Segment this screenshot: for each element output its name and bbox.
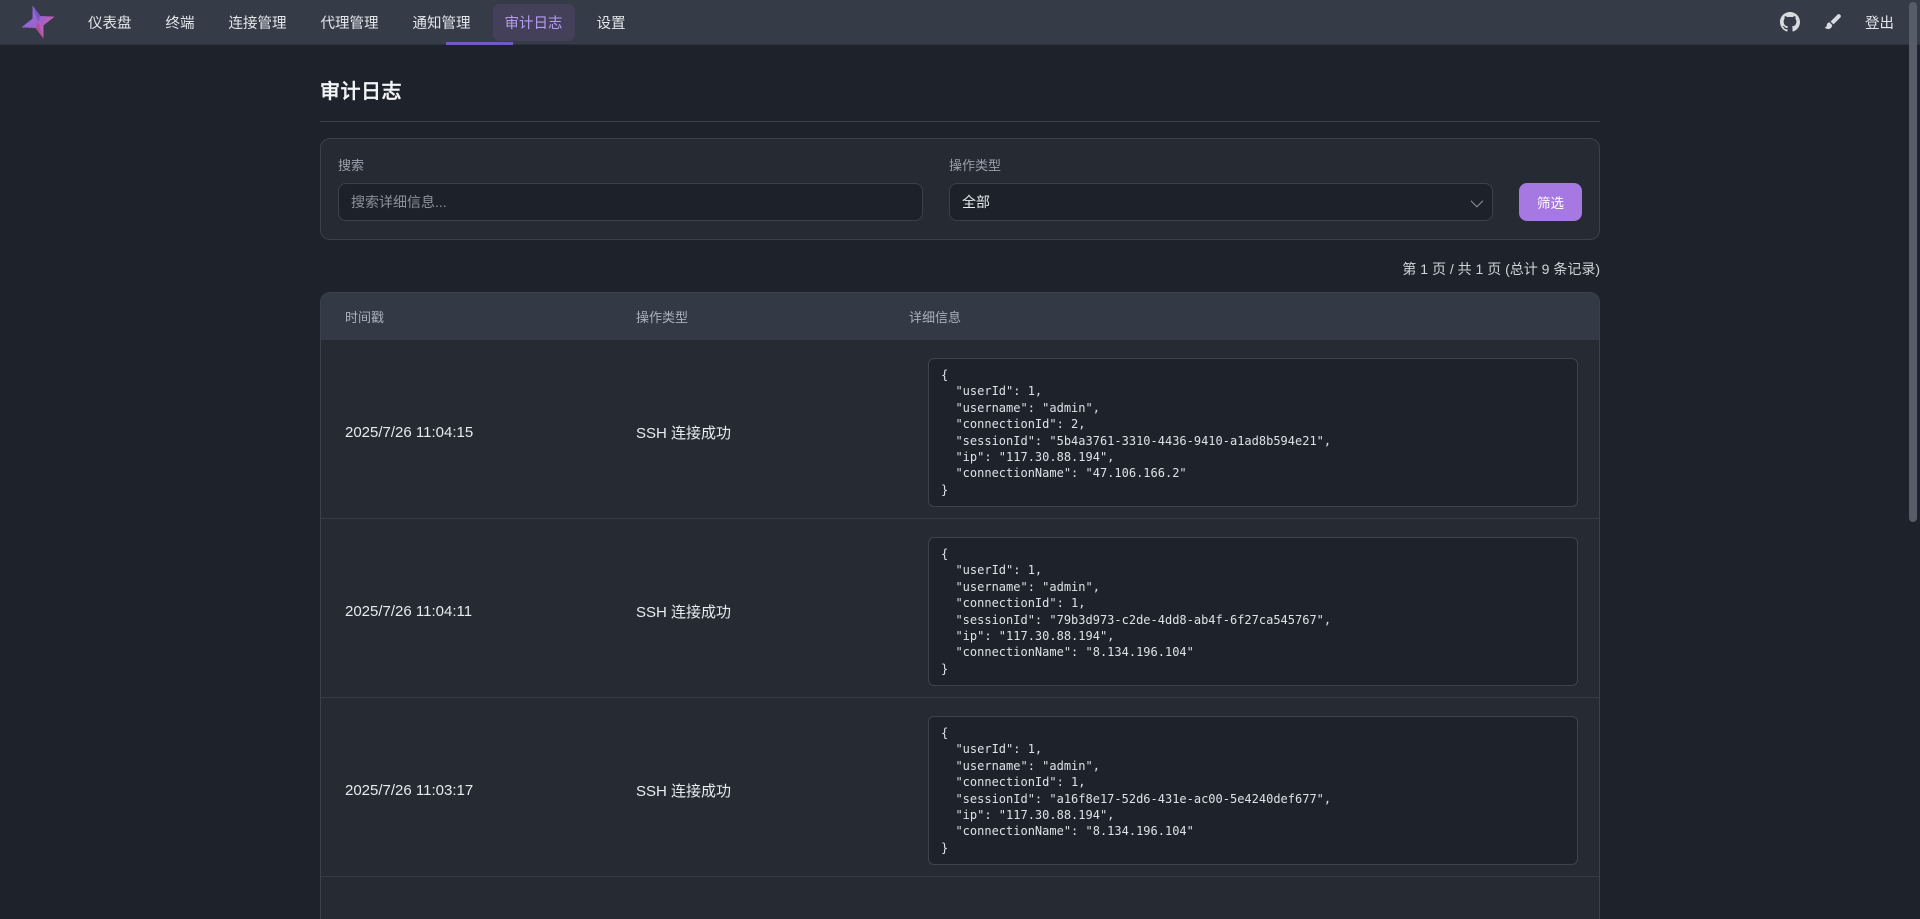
header-operation-type: 操作类型 [636,307,909,326]
navbar-right: 登出 [1779,12,1894,33]
operation-type-label: 操作类型 [949,155,1493,174]
search-input[interactable] [338,183,923,221]
main-content: 审计日志 搜索 操作类型 全部 筛选 第 1 页 / 共 1 页 (总计 9 条… [320,45,1600,919]
pagination-info: 第 1 页 / 共 1 页 (总计 9 条记录) [320,259,1600,279]
operation-type-selected-value: 全部 [962,192,990,212]
cell-timestamp: 2025/7/26 11:03:17 [321,782,636,799]
table-row: 2025/7/26 11:04:11 SSH 连接成功 { "userId": … [321,518,1599,697]
audit-log-table: 时间戳 操作类型 详细信息 2025/7/26 11:04:15 SSH 连接成… [320,292,1600,919]
nav-item-connections[interactable]: 连接管理 [217,4,299,41]
cell-details-json: { "userId": 1, "username": "admin", "con… [928,358,1578,507]
filter-button[interactable]: 筛选 [1519,183,1582,221]
cell-details-json: { "userId": 1, "username": "admin", "con… [928,537,1578,686]
paintbrush-icon[interactable] [1822,12,1843,33]
title-divider [320,121,1600,122]
cell-operation-type: SSH 连接成功 [636,780,909,801]
cell-operation-type: SSH 连接成功 [636,601,909,622]
nav-item-proxies[interactable]: 代理管理 [309,4,391,41]
table-header-row: 时间戳 操作类型 详细信息 [321,293,1599,339]
scrollbar-track[interactable] [1906,0,1920,919]
cell-details-json: { "userId": 1, "username": "admin", "con… [928,716,1578,865]
nav-item-terminal[interactable]: 终端 [154,4,207,41]
chevron-down-icon [1471,194,1484,207]
cell-timestamp: 2025/7/26 11:04:15 [321,424,636,441]
table-row: 2025/7/26 11:03:17 SSH 连接成功 { "userId": … [321,697,1599,876]
github-icon[interactable] [1779,12,1800,33]
table-row: 2025/7/26 11:04:15 SSH 连接成功 { "userId": … [321,339,1599,518]
top-navbar: 仪表盘 终端 连接管理 代理管理 通知管理 审计日志 设置 登出 [0,0,1920,45]
header-details: 详细信息 [909,307,1599,326]
main-nav: 仪表盘 终端 连接管理 代理管理 通知管理 审计日志 设置 [76,4,638,41]
nav-item-notifications[interactable]: 通知管理 [401,4,483,41]
nav-item-dashboard[interactable]: 仪表盘 [76,4,144,41]
cell-operation-type: SSH 连接成功 [636,422,909,443]
app-logo-icon[interactable] [18,2,58,42]
search-label: 搜索 [338,155,923,174]
cell-timestamp: 2025/7/26 11:04:11 [321,603,636,620]
operation-type-select[interactable]: 全部 [949,183,1493,221]
nav-item-audit-logs[interactable]: 审计日志 [493,4,575,41]
nav-item-settings[interactable]: 设置 [585,4,638,41]
active-tab-underline [446,42,513,45]
page-title: 审计日志 [320,75,1600,104]
filter-card: 搜索 操作类型 全部 筛选 [320,138,1600,240]
header-timestamp: 时间戳 [321,307,636,326]
logout-button[interactable]: 登出 [1865,12,1894,33]
scrollbar-thumb[interactable] [1909,2,1917,522]
